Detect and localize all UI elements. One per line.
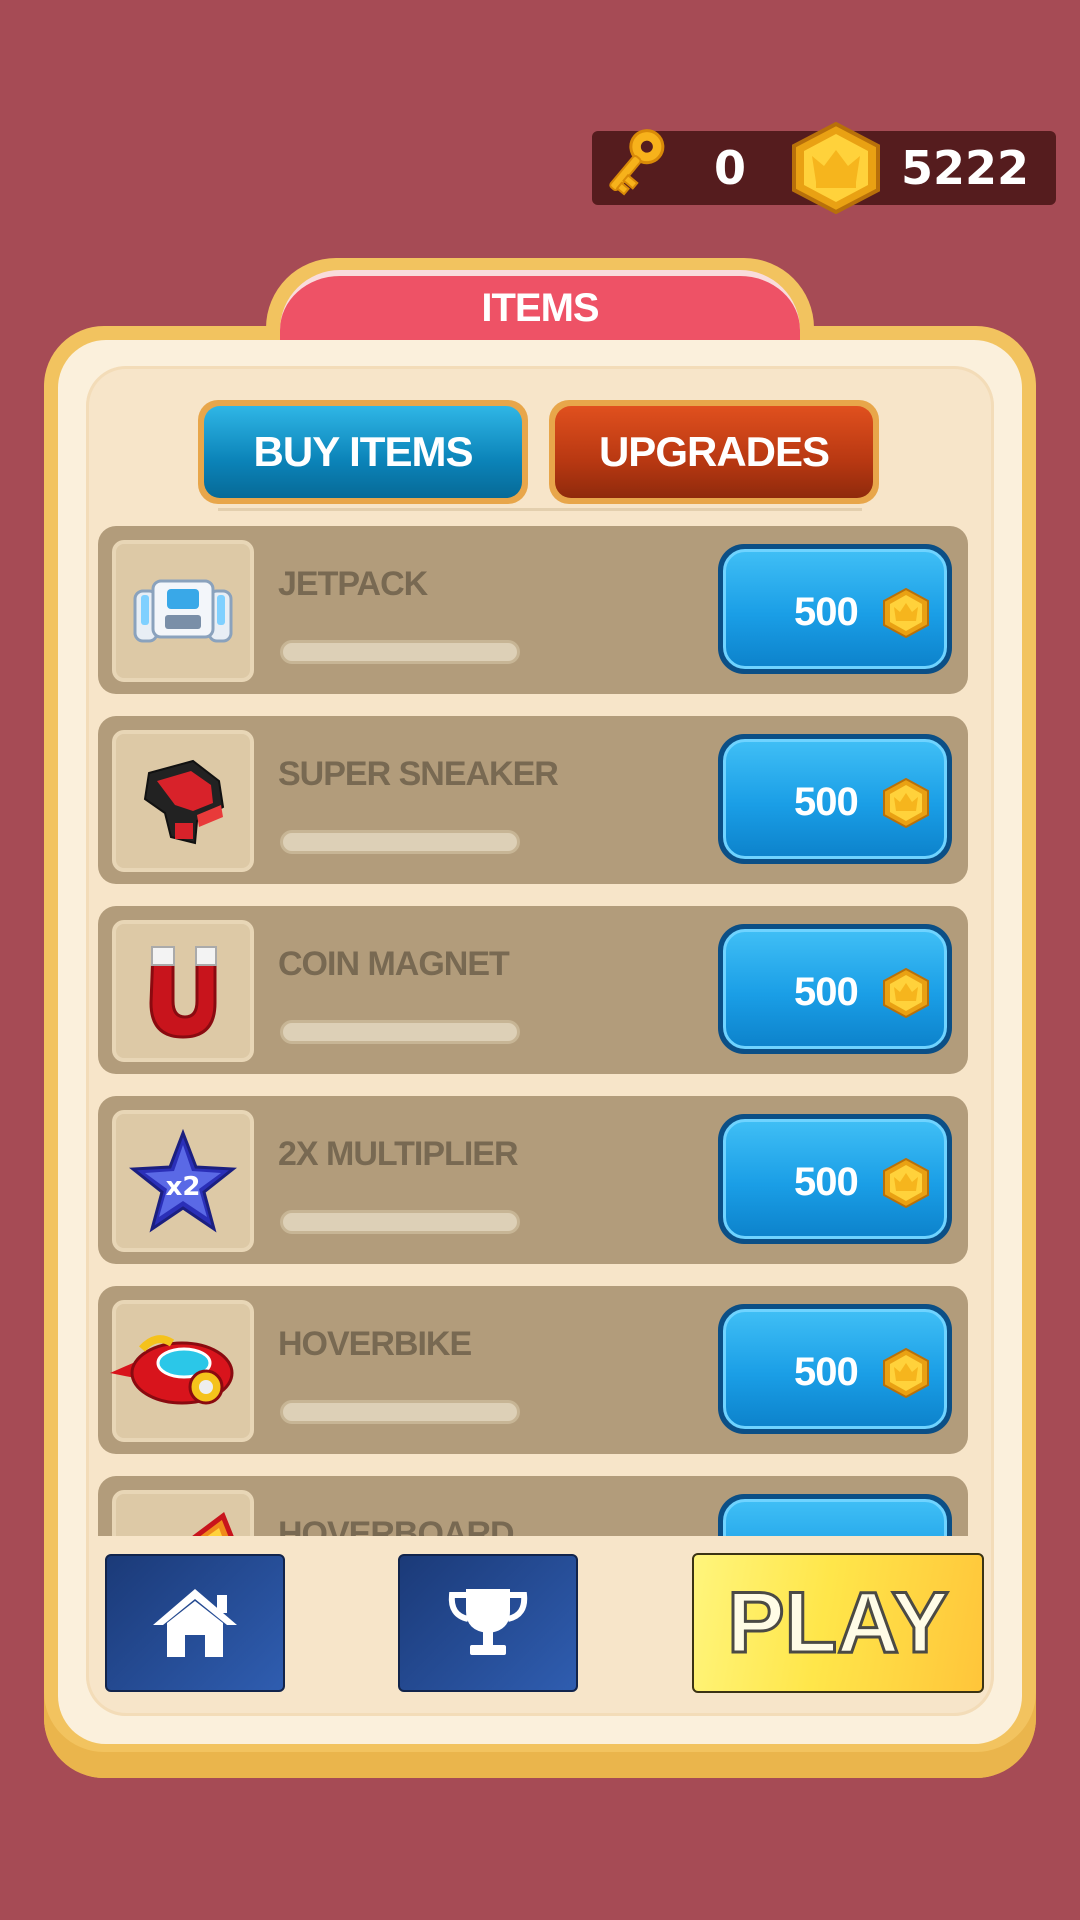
hoverbike-icon <box>110 1335 234 1405</box>
price-label: 500 <box>794 590 859 634</box>
upgrade-progress-bar <box>280 1400 520 1424</box>
price-label: 500 <box>794 780 859 824</box>
key-count: 0 <box>713 141 746 195</box>
crown-coin-icon <box>883 1348 929 1398</box>
multiplier-label: x2 <box>166 1172 201 1202</box>
crown-coin-icon <box>883 1158 929 1208</box>
item-thumbnail <box>110 1300 254 1442</box>
trophy-icon <box>448 1589 528 1655</box>
tab-buy-items[interactable]: BUY ITEMS <box>198 400 528 504</box>
list-item: HOVERBIKE 500 <box>98 1286 968 1454</box>
multiplier-star-icon: x2 <box>129 1129 237 1233</box>
upgrade-progress-bar <box>280 830 520 854</box>
buy-button[interactable]: 500 <box>718 734 952 864</box>
item-thumbnail <box>112 540 254 682</box>
buy-button[interactable]: 500 <box>718 924 952 1054</box>
price-label: 500 <box>794 1160 859 1204</box>
item-name: COIN MAGNET <box>278 945 510 983</box>
upgrade-progress-bar <box>280 1020 520 1044</box>
item-thumbnail <box>112 730 254 872</box>
upgrade-progress-bar <box>280 1210 520 1234</box>
key-icon <box>609 129 665 196</box>
panel-title: ITEMS <box>481 286 599 330</box>
item-name: HOVERBIKE <box>278 1325 472 1363</box>
magnet-icon <box>149 946 217 1039</box>
item-name: SUPER SNEAKER <box>278 755 559 793</box>
coin-count: 5222 <box>900 141 1030 195</box>
play-button[interactable]: PLAY <box>692 1553 984 1693</box>
list-item: COIN MAGNET 500 <box>98 906 968 1074</box>
crown-coin-icon <box>883 588 929 638</box>
hoverboard-icon <box>192 1512 234 1536</box>
item-name: HOVERBOARD <box>278 1515 515 1536</box>
tab-upgrades[interactable]: UPGRADES <box>549 400 879 504</box>
price-label: 500 <box>794 970 859 1014</box>
item-name: 2X MULTIPLIER <box>278 1135 518 1173</box>
list-item: JETPACK 500 <box>98 526 968 694</box>
tab-divider <box>218 508 862 511</box>
item-thumbnail: x2 <box>112 1110 254 1252</box>
buy-button[interactable]: 500 <box>718 1494 952 1536</box>
crown-coin-icon <box>792 122 880 214</box>
home-icon <box>153 1589 237 1657</box>
list-item: HOVERBOARD 500 <box>98 1476 968 1536</box>
buy-button[interactable]: 500 <box>718 544 952 674</box>
buy-button[interactable]: 500 <box>718 1114 952 1244</box>
item-list[interactable]: JETPACK 500 SUPER SNEAKER 500 COIN MAGNE… <box>98 526 970 1536</box>
play-label: PLAY <box>726 1573 950 1672</box>
tab-buy-items-label: BUY ITEMS <box>204 406 522 498</box>
jetpack-icon <box>133 579 233 643</box>
list-item: SUPER SNEAKER 500 <box>98 716 968 884</box>
home-button[interactable] <box>105 1554 285 1692</box>
item-thumbnail <box>112 1490 254 1536</box>
buy-button[interactable]: 500 <box>718 1304 952 1434</box>
list-item: x2 2X MULTIPLIER 500 <box>98 1096 968 1264</box>
crown-coin-icon <box>883 778 929 828</box>
item-thumbnail <box>112 920 254 1062</box>
trophy-button[interactable] <box>398 1554 578 1692</box>
upgrade-progress-bar <box>280 640 520 664</box>
tab-upgrades-label: UPGRADES <box>555 406 873 498</box>
item-name: JETPACK <box>278 565 428 603</box>
crown-coin-icon <box>883 968 929 1018</box>
price-label: 500 <box>794 1350 859 1394</box>
sneaker-icon <box>143 759 225 845</box>
